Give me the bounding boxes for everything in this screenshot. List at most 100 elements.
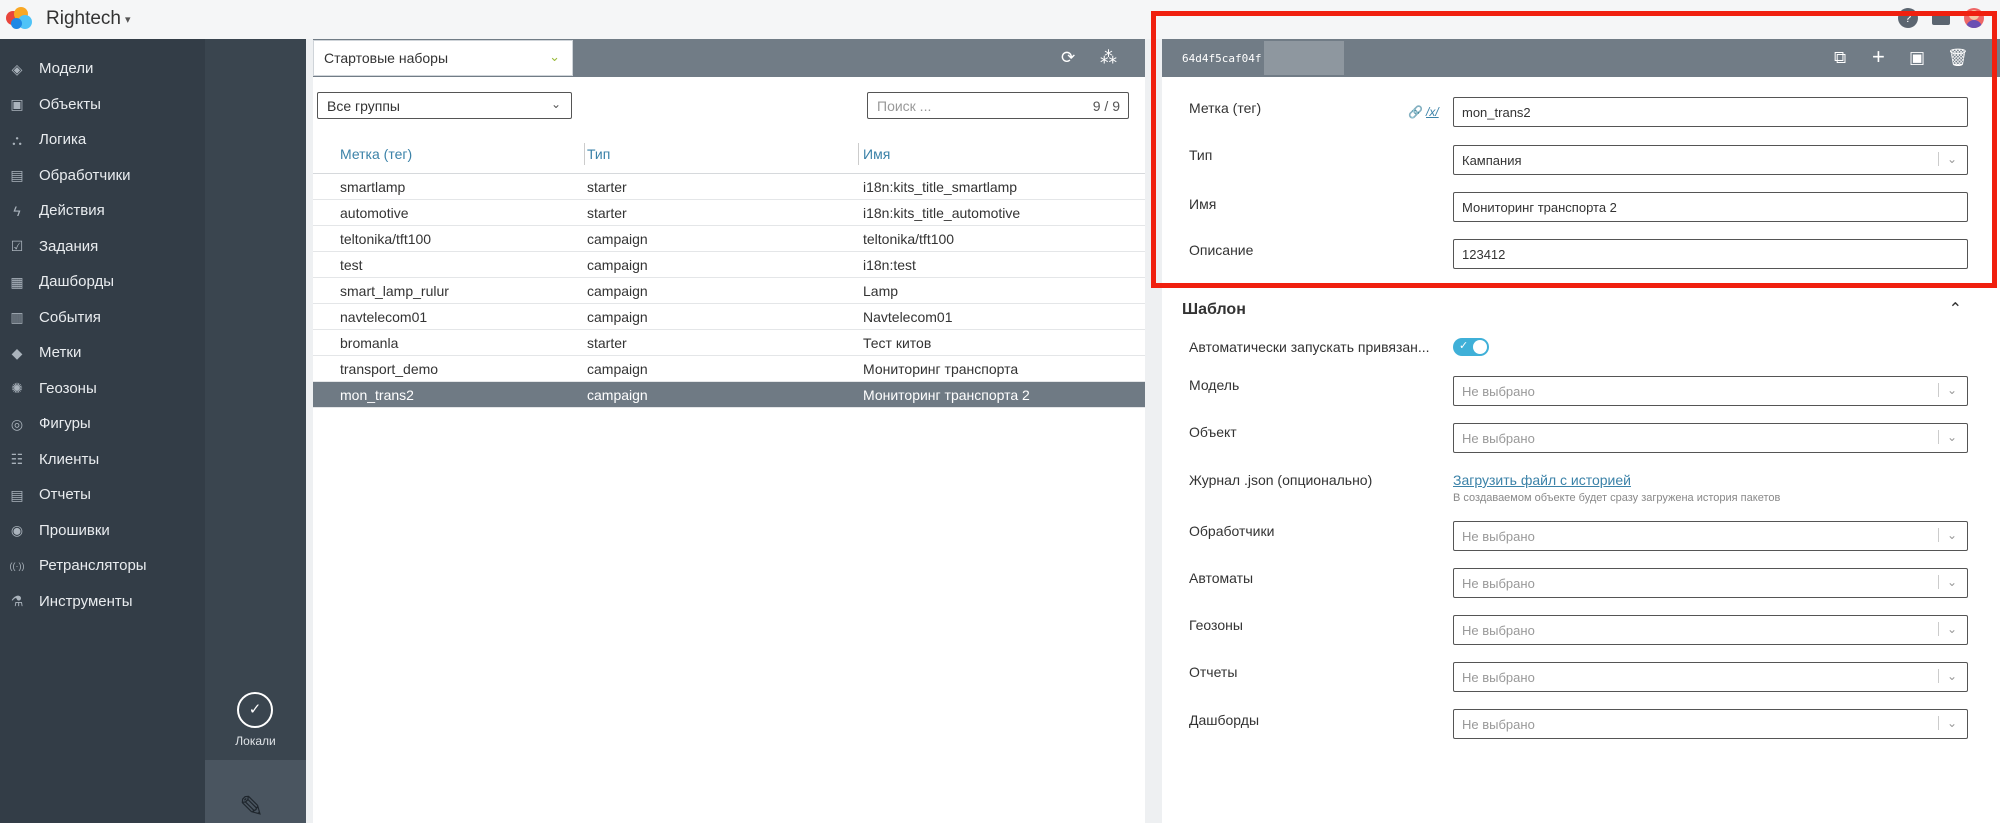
automata-select-value: Не выбрано	[1462, 576, 1535, 591]
cell-name: i18n:kits_title_smartlamp	[863, 178, 1018, 195]
sidebar-item[interactable]: ◆ Метки	[0, 335, 205, 371]
search-placeholder: Поиск ...	[877, 98, 932, 114]
table-row[interactable]: smartlamp starter i18n:kits_title_smartlam…	[313, 174, 1145, 200]
reports-select[interactable]: Не выбрано ⌄	[1453, 662, 1968, 692]
dashboards-select[interactable]: Не выбрано ⌄	[1453, 709, 1968, 739]
handlers-select[interactable]: Не выбрано ⌄	[1453, 521, 1968, 551]
add-icon[interactable]: +	[1872, 44, 1885, 70]
automata-select[interactable]: Не выбрано ⌄	[1453, 568, 1968, 598]
column-header-type[interactable]: Тип	[585, 142, 859, 165]
geozones-select[interactable]: Не выбрано ⌄	[1453, 615, 1968, 645]
sidebar-item[interactable]: ϟ Действия	[0, 193, 205, 229]
refresh-icon[interactable]: ⟳	[1061, 48, 1075, 68]
table-row[interactable]: navtelecom01 campaign Navtelecom01	[313, 304, 1145, 330]
firmware-icon: ◉	[10, 522, 24, 539]
sidebar-item[interactable]: ▦ Дашборды	[0, 264, 205, 300]
tag-input[interactable]: mon_trans2	[1453, 97, 1968, 127]
mail-icon[interactable]	[1932, 11, 1950, 25]
sidebar-item[interactable]: ⚗ Инструменты	[0, 584, 205, 620]
sidebar-item[interactable]: ◉ Прошивки	[0, 513, 205, 549]
sidebar-item-label: Объекты	[39, 95, 101, 113]
sidebar-item[interactable]: ▤ Отчеты	[0, 477, 205, 513]
group-select[interactable]: Все группы ⌄	[317, 92, 572, 119]
column-header-name[interactable]: Имя	[859, 143, 1145, 165]
regex-link[interactable]: /x/	[1426, 105, 1439, 119]
sidebar-item[interactable]: ◎ Фигуры	[0, 406, 205, 442]
app-switch-chevron-icon[interactable]: ▾	[125, 13, 131, 26]
sidebar-item[interactable]: ▤ Обработчики	[0, 158, 205, 194]
type-select[interactable]: Кампания ⌄	[1453, 145, 1968, 175]
cell-type: starter	[587, 334, 627, 351]
model-select[interactable]: Не выбрано ⌄	[1453, 376, 1968, 406]
table-row[interactable]: mon_trans2 campaign Мониторинг транспорта …	[313, 382, 1145, 408]
cell-name: Lamp	[863, 282, 899, 299]
sidebar-item[interactable]: ⛬ Логика	[0, 122, 205, 158]
automata-label: Автоматы	[1189, 570, 1254, 586]
sidebar-item[interactable]: ☷ Клиенты	[0, 442, 205, 478]
sidebar-item-label: События	[39, 308, 101, 326]
save-icon[interactable]: ▣	[1909, 48, 1925, 68]
tag-icon: ◆	[11, 344, 23, 361]
object-select[interactable]: Не выбрано ⌄	[1453, 423, 1968, 453]
table-row[interactable]: teltonika/tft100 campaign teltonika/tft100	[313, 226, 1145, 252]
table-row[interactable]: automotive starter i18n:kits_title_automot…	[313, 200, 1145, 226]
auto-start-toggle[interactable]: ✓	[1453, 338, 1489, 356]
chevron-down-icon: ⌄	[1937, 716, 1957, 730]
chevron-up-icon[interactable]: ⌃	[1949, 299, 1962, 319]
kit-type-select[interactable]: Стартовые наборы ⌄	[313, 40, 573, 76]
cell-tag: bromanla	[340, 334, 399, 351]
sidebar-item-label: Задания	[39, 237, 99, 255]
group-select-value: Все группы	[327, 98, 400, 114]
table-row[interactable]: transport_demo campaign Мониторинг транспо…	[313, 356, 1145, 382]
column-header-tag[interactable]: Метка (тег)	[313, 142, 585, 165]
rightech-logo-icon[interactable]	[6, 7, 36, 31]
event-icon: ▥	[10, 309, 24, 326]
sidebar-item[interactable]: ▥ События	[0, 300, 205, 336]
dashboards-label: Дашборды	[1189, 712, 1259, 728]
sidebar-item[interactable]: ▣ Объекты	[0, 87, 205, 123]
reports-label: Отчеты	[1189, 664, 1238, 680]
geozone-icon: ✺	[11, 380, 23, 397]
table-row[interactable]: bromanla starter Тест китов	[313, 330, 1145, 356]
cell-tag: smartlamp	[340, 178, 406, 195]
search-input[interactable]: Поиск ... 9 / 9	[867, 92, 1129, 119]
pencil-icon[interactable]: ✎	[239, 790, 264, 823]
chevron-down-icon: ⌄	[1937, 430, 1957, 444]
edit-panel[interactable]: ✎	[205, 760, 306, 823]
table-row[interactable]: test campaign i18n:test	[313, 252, 1145, 278]
cell-name: i18n:kits_title_automotive	[863, 204, 1021, 221]
upload-history-link[interactable]: Загрузить файл с историей	[1453, 472, 1631, 488]
table-row[interactable]: smart_lamp_rulur campaign Lamp	[313, 278, 1145, 304]
description-input[interactable]: 123412	[1453, 239, 1968, 269]
user-avatar-icon[interactable]	[1964, 8, 1984, 28]
chevron-down-icon: ⌄	[1937, 622, 1957, 636]
task-icon: ☑	[10, 238, 24, 255]
clients-icon: ☷	[10, 451, 24, 468]
detail-panel: 64d4f5caf04f ⧉ + ▣ 🗑 Метка (тег) 🔗 /x/ m…	[1162, 39, 2000, 823]
locales-label[interactable]: Локали	[205, 734, 306, 748]
kits-table: Метка (тег) Тип Имя smartlamp starter i18n…	[313, 134, 1145, 408]
table-header: Метка (тег) Тип Имя	[313, 134, 1145, 174]
name-input[interactable]: Мониторинг транспорта 2	[1453, 192, 1968, 222]
secondary-sidebar: ✓ Локали ✎	[205, 39, 306, 823]
trash-icon[interactable]: 🗑	[1947, 48, 1969, 68]
cell-name: teltonika/tft100	[863, 230, 955, 247]
cell-tag: test	[340, 256, 363, 273]
chevron-down-icon: ⌄	[549, 49, 560, 64]
help-icon[interactable]: ?	[1898, 8, 1918, 28]
sidebar-item[interactable]: ☑ Задания	[0, 229, 205, 265]
locales-check-icon[interactable]: ✓	[237, 692, 273, 728]
tools-icon: ⚗	[10, 593, 24, 610]
sidebar-item[interactable]: ◈ Модели	[0, 51, 205, 87]
antenna-icon: ((·))	[9, 560, 25, 571]
logic-icon: ⛬	[12, 131, 22, 148]
app-title[interactable]: Rightech	[46, 8, 121, 30]
auto-start-label: Автоматически запускать привязан...	[1189, 339, 1430, 355]
sidebar-item[interactable]: ((·)) Ретрансляторы	[0, 548, 205, 584]
share-nodes-icon[interactable]: ⁂	[1100, 48, 1117, 68]
sidebar-item-label: Геозоны	[39, 379, 97, 397]
copy-icon[interactable]: ⧉	[1834, 48, 1846, 68]
sidebar-item[interactable]: ✺ Геозоны	[0, 371, 205, 407]
template-section-title[interactable]: Шаблон	[1182, 301, 1246, 319]
link-icon[interactable]: 🔗	[1408, 105, 1423, 119]
